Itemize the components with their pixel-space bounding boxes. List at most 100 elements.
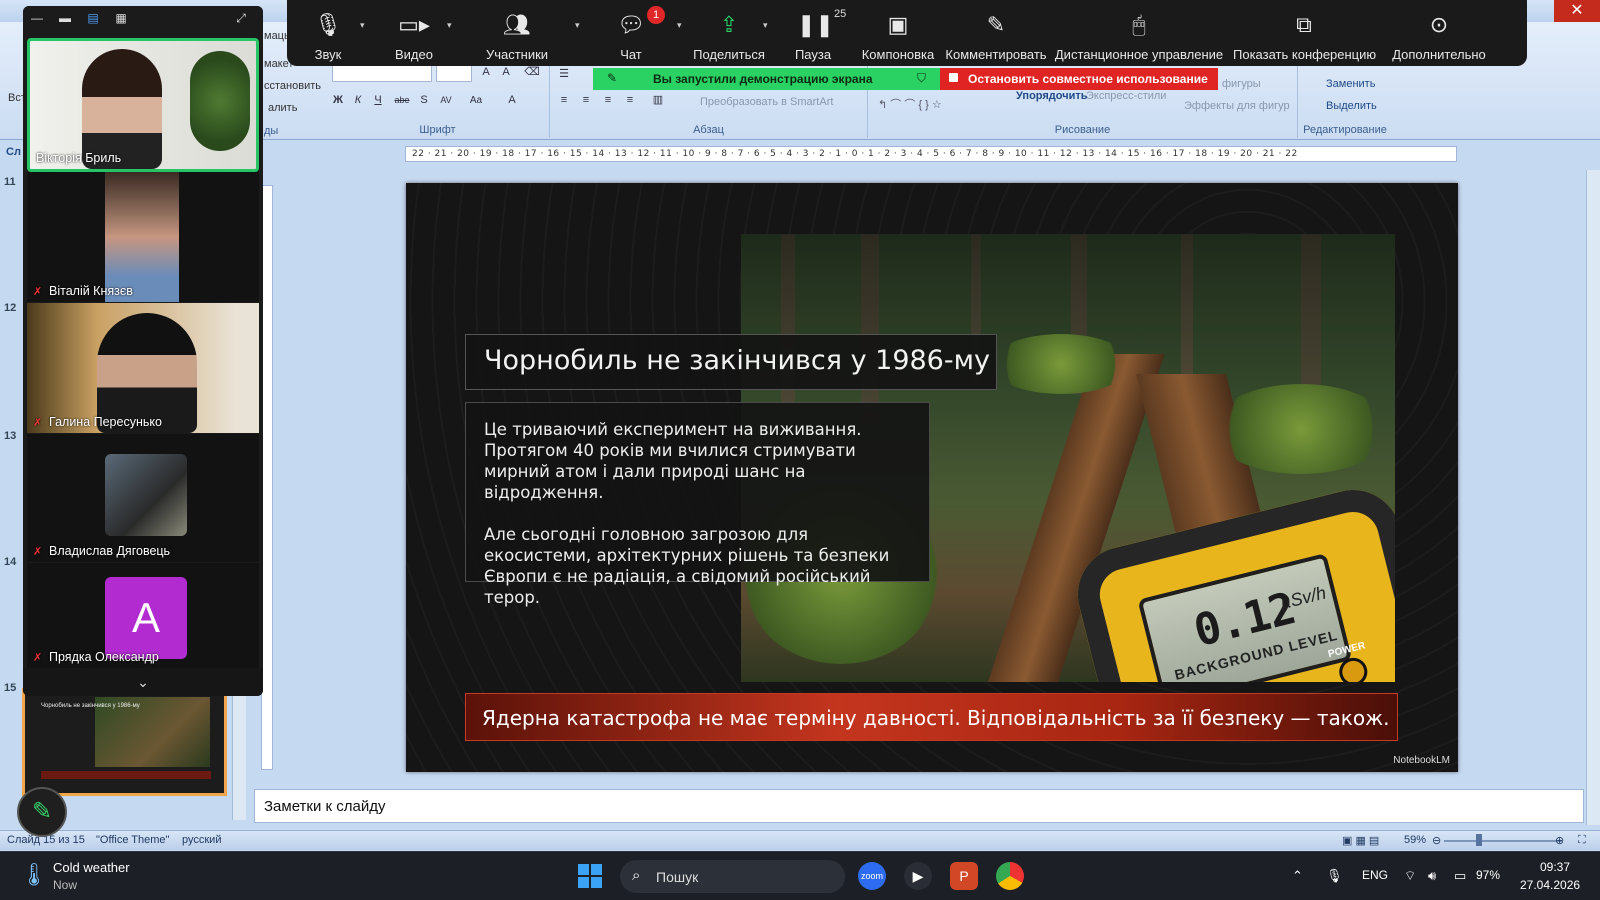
slides-tab[interactable]: Сл	[6, 146, 21, 158]
show-meeting-icon: ⧉	[1296, 12, 1312, 37]
fit-to-window-icon[interactable]: ⛶	[1578, 834, 1586, 847]
align-right-icon[interactable]: ≡	[598, 92, 618, 109]
select-command[interactable]: Выделить	[1326, 100, 1377, 112]
chevron-down-icon[interactable]: ▾	[447, 20, 452, 31]
zoom-in-icon[interactable]: ⊕	[1555, 834, 1564, 847]
clear-format-icon[interactable]: ⌫	[522, 64, 542, 81]
chevron-up-icon[interactable]: ⌃	[1292, 868, 1303, 884]
chrome-app-icon[interactable]	[996, 862, 1024, 890]
minimize-icon[interactable]: —	[29, 11, 45, 25]
volume-icon[interactable]: 🔊︎	[1428, 868, 1436, 884]
participant-tile[interactable]: ✗ Владислав Дяговець	[27, 434, 259, 562]
screen-share-status-banner[interactable]: ✎ Вы запустили демонстрацию экрана ⛉	[593, 68, 940, 90]
slide-body-box[interactable]: Це триваючий експеримент на виживання. П…	[465, 402, 930, 607]
columns-icon[interactable]: ▥	[648, 92, 668, 109]
weather-title[interactable]: Cold weather	[53, 860, 130, 875]
slide-scrollbar[interactable]	[1586, 170, 1600, 825]
annotate-button[interactable]: ✎ Комментировать	[945, 0, 1047, 66]
participant-tile[interactable]: A ✗ Прядка Олександр	[27, 563, 259, 668]
show-meeting-button[interactable]: ⧉ Показать конференцию	[1233, 0, 1376, 66]
italic-icon[interactable]: К	[348, 92, 368, 109]
wifi-icon[interactable]: ⌔	[1404, 868, 1416, 884]
more-button[interactable]: ⊙ Дополнительно	[1383, 0, 1495, 66]
drawing-group-label: Рисование	[1054, 124, 1111, 136]
grow-font-icon[interactable]: A	[476, 64, 496, 81]
bold-icon[interactable]: Ж	[328, 92, 348, 109]
chevron-down-icon[interactable]: ▾	[360, 20, 365, 31]
replace-command[interactable]: Заменить	[1326, 78, 1375, 90]
participants-button[interactable]: 👥︎ Участники	[477, 0, 557, 66]
pencil-icon: ✎	[607, 71, 618, 85]
participant-tile[interactable]: ✗ Віталій Князєв	[27, 172, 259, 302]
font-name-box[interactable]	[332, 64, 432, 82]
chevron-down-icon[interactable]: ▾	[677, 20, 682, 31]
language-indicator[interactable]: русский	[182, 834, 221, 846]
expand-icon[interactable]: ⤢	[233, 11, 249, 25]
windows-start-icon[interactable]	[578, 864, 602, 888]
shadow-icon[interactable]: S	[414, 92, 434, 109]
pause-button[interactable]: ❚❚ Пауза	[783, 0, 843, 66]
chevron-down-icon[interactable]: ⌄	[23, 668, 263, 696]
taskbar-search-box[interactable]: ⌕ Пошук	[620, 860, 845, 893]
speaker-view-icon[interactable]: ▤	[85, 11, 101, 25]
zoom-slider-handle[interactable]	[1476, 834, 1482, 846]
spacing-icon[interactable]: AV	[436, 92, 456, 109]
layout-button[interactable]: ▣ Компоновка	[855, 0, 941, 66]
slide-thumbnail[interactable]: Чорнобиль не закінчився у 1986-му	[22, 688, 227, 796]
slide-title-box[interactable]: Чорнобиль не закінчився у 1986-му	[465, 334, 997, 390]
video-button[interactable]: ▭▸ Видео	[379, 0, 449, 66]
participant-tile-active[interactable]: Вікторія Бриль	[27, 38, 259, 172]
bullets-icon[interactable]: ☰	[554, 66, 574, 83]
smartart-command[interactable]: Преобразовать в SmartArt	[700, 96, 833, 108]
annotation-pencil-button[interactable]: ✎	[17, 787, 67, 837]
audio-button[interactable]: 🎙︎ Звук	[295, 0, 361, 66]
media-player-icon[interactable]: ▶	[904, 862, 932, 890]
hide-video-icon[interactable]: ▬	[57, 11, 73, 25]
justify-icon[interactable]: ≡	[620, 92, 640, 109]
font-color-icon[interactable]: A	[502, 92, 522, 109]
clock-time[interactable]: 09:37	[1540, 860, 1570, 874]
tree-trunk	[861, 234, 879, 424]
weather-icon[interactable]: 🌡︎	[20, 862, 48, 888]
powerpoint-app-icon[interactable]: P	[950, 862, 978, 890]
zoom-slider[interactable]	[1444, 840, 1562, 842]
shapes-gallery[interactable]: ↰ ⌒ ⌒ { } ☆	[878, 96, 942, 112]
microphone-icon: 🎙︎	[314, 12, 342, 37]
gallery-view-icon[interactable]: ▦	[113, 11, 129, 25]
case-icon[interactable]: Aa	[466, 92, 486, 109]
underline-icon[interactable]: Ч	[368, 92, 388, 109]
shape-effects-command[interactable]: Эффекты для фигур	[1184, 100, 1290, 112]
chevron-down-icon[interactable]: ▾	[763, 20, 768, 31]
participant-tile[interactable]: ✗ Галина Пересунько	[27, 303, 259, 433]
shrink-font-icon[interactable]: A	[496, 64, 516, 81]
share-button[interactable]: ⇪ Поделиться	[691, 0, 767, 66]
close-window-button[interactable]: ✕	[1554, 0, 1600, 22]
more-icon: ⊙	[1429, 12, 1449, 37]
battery-icon[interactable]: ▭	[1454, 868, 1466, 884]
slide-notes-field[interactable]: Заметки к слайду	[254, 789, 1584, 823]
remote-control-button[interactable]: 🖱︎ Дистанционное управление	[1053, 0, 1225, 66]
theme-name[interactable]: "Office Theme"	[96, 834, 169, 846]
align-left-icon[interactable]: ≡	[554, 92, 574, 109]
microphone-icon[interactable]: 🎙︎	[1326, 868, 1343, 884]
clock-date[interactable]: 27.04.2026	[1520, 878, 1580, 892]
delete-command[interactable]: алить	[268, 102, 297, 114]
language-indicator[interactable]: ENG	[1362, 868, 1388, 882]
zoom-app-icon[interactable]: zoom	[858, 862, 886, 890]
shape-fill-command[interactable]: фигуры	[1222, 78, 1261, 90]
slide-canvas[interactable]: 0.12 µSv/h BACKGROUND LEVEL POWER Чорноб…	[406, 183, 1458, 772]
reset-command[interactable]: сстановить	[264, 80, 321, 92]
normal-view-icon[interactable]: ▣ ▦ ▤	[1342, 834, 1379, 847]
quick-styles-command[interactable]: Экспресс-стили	[1086, 90, 1166, 102]
stop-share-button[interactable]: Остановить совместное использование	[940, 68, 1218, 90]
slide-banner[interactable]: Ядерна катастрофа не має терміну давност…	[465, 693, 1398, 741]
zoom-level[interactable]: 59%	[1404, 834, 1426, 846]
strikethrough-icon[interactable]: abe	[392, 92, 412, 109]
font-size-box[interactable]	[436, 64, 472, 82]
shield-check-icon: ⛉	[916, 71, 926, 85]
align-center-icon[interactable]: ≡	[576, 92, 596, 109]
arrange-command[interactable]: Упорядочить	[1016, 90, 1088, 102]
moss-patch	[991, 334, 1131, 394]
chevron-down-icon[interactable]: ▾	[575, 20, 580, 31]
zoom-out-icon[interactable]: ⊖	[1432, 834, 1441, 847]
